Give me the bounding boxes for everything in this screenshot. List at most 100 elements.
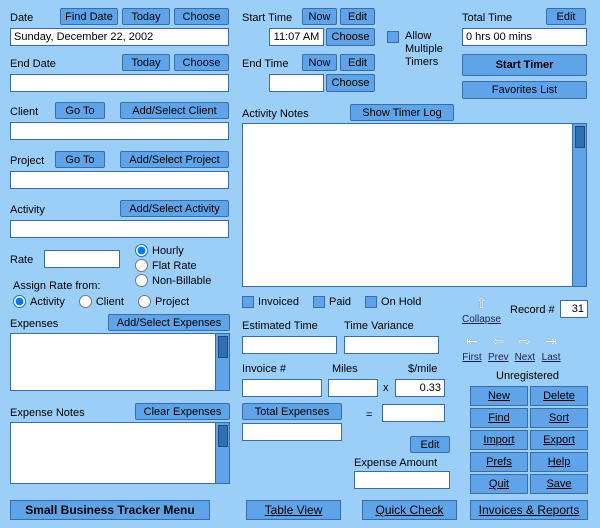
prev-icon[interactable]: ⇦ — [488, 330, 508, 352]
time-variance-label: Time Variance — [344, 320, 414, 332]
end-time-choose-button[interactable]: Choose — [326, 74, 375, 92]
miles-field[interactable] — [328, 379, 378, 397]
activity-notes-textarea[interactable] — [242, 123, 587, 287]
rate-flat-radio[interactable]: Flat Rate — [135, 259, 211, 272]
rate-flat-label: Flat Rate — [152, 260, 197, 272]
next-icon[interactable]: ⇨ — [515, 330, 535, 352]
estimated-time-label: Estimated Time — [242, 320, 318, 332]
favorites-list-button[interactable]: Favorites List — [462, 81, 587, 99]
last-icon[interactable]: ⇥ — [541, 330, 561, 352]
quit-button[interactable]: Quit — [470, 474, 528, 494]
project-goto-button[interactable]: Go To — [55, 151, 105, 168]
end-date-choose-button[interactable]: Choose — [174, 54, 229, 71]
miles-label: Miles — [332, 363, 358, 375]
expenses-textarea[interactable] — [10, 333, 230, 391]
first-icon[interactable]: ⇤ — [462, 330, 482, 352]
collapse-label[interactable]: Collapse — [462, 314, 501, 325]
add-select-expenses-button[interactable]: Add/Select Expenses — [108, 314, 230, 331]
last-label[interactable]: Last — [542, 352, 561, 363]
total-expenses-button[interactable]: Total Expenses — [242, 403, 342, 420]
unregistered-label: Unregistered — [496, 370, 559, 382]
start-time-field[interactable] — [269, 28, 324, 46]
expense-notes-textarea[interactable] — [10, 422, 230, 484]
allow-multiple-timers-checkbox[interactable] — [387, 31, 399, 43]
activity-label: Activity — [10, 204, 45, 216]
quick-check-button[interactable]: Quick Check — [362, 500, 457, 520]
date-choose-button[interactable]: Choose — [174, 8, 229, 25]
project-field[interactable] — [10, 171, 229, 189]
total-time-field[interactable] — [462, 28, 587, 46]
prev-label[interactable]: Prev — [488, 352, 509, 363]
per-mile-label: $/mile — [408, 363, 437, 375]
show-timer-log-button[interactable]: Show Timer Log — [350, 104, 454, 121]
client-field[interactable] — [10, 122, 229, 140]
add-select-client-button[interactable]: Add/Select Client — [120, 102, 229, 119]
total-time-edit-button[interactable]: Edit — [546, 8, 586, 25]
first-label[interactable]: First — [462, 352, 481, 363]
find-date-button[interactable]: Find Date — [60, 8, 118, 25]
record-number-field[interactable] — [560, 300, 588, 318]
next-label[interactable]: Next — [515, 352, 536, 363]
scrollbar[interactable] — [215, 334, 229, 390]
time-variance-field[interactable] — [344, 336, 439, 354]
end-date-field[interactable] — [10, 74, 229, 92]
activity-field[interactable] — [10, 220, 229, 238]
invoiced-label: Invoiced — [258, 296, 299, 308]
find-button[interactable]: Find — [470, 408, 528, 428]
start-timer-button[interactable]: Start Timer — [462, 54, 587, 76]
equals-label: = — [366, 409, 372, 421]
clear-expenses-button[interactable]: Clear Expenses — [135, 403, 230, 420]
total-time-label: Total Time — [462, 12, 512, 24]
per-mile-field[interactable] — [395, 379, 445, 397]
assign-client-radio[interactable]: Client — [79, 295, 124, 308]
rate-hourly-radio[interactable]: Hourly — [135, 244, 211, 257]
rate-nonbillable-label: Non-Billable — [152, 275, 211, 287]
delete-button[interactable]: Delete — [530, 386, 588, 406]
date-today-button[interactable]: Today — [122, 8, 170, 25]
help-button[interactable]: Help — [530, 452, 588, 472]
expense-amount-label: Expense Amount — [354, 457, 437, 469]
sbt-menu-button[interactable]: Small Business Tracker Menu — [10, 500, 210, 520]
start-time-edit-button[interactable]: Edit — [340, 8, 375, 25]
onhold-label: On Hold — [381, 296, 421, 308]
scrollbar[interactable] — [215, 423, 229, 483]
paid-label: Paid — [329, 296, 351, 308]
export-button[interactable]: Export — [530, 430, 588, 450]
import-button[interactable]: Import — [470, 430, 528, 450]
add-select-project-button[interactable]: Add/Select Project — [120, 151, 229, 168]
start-time-choose-button[interactable]: Choose — [326, 28, 375, 46]
new-button[interactable]: New — [470, 386, 528, 406]
collapse-icon[interactable]: ⇧ — [471, 292, 491, 314]
table-view-button[interactable]: Table View — [246, 500, 341, 520]
expense-amount-edit-button[interactable]: Edit — [410, 436, 450, 453]
client-goto-button[interactable]: Go To — [55, 102, 105, 119]
end-time-edit-button[interactable]: Edit — [340, 54, 375, 71]
miles-total-field[interactable] — [382, 404, 445, 422]
start-time-label: Start Time — [242, 12, 292, 24]
start-time-now-button[interactable]: Now — [302, 8, 337, 25]
invoiced-checkbox[interactable]: Invoiced — [242, 296, 299, 308]
rate-nonbillable-radio[interactable]: Non-Billable — [135, 274, 211, 287]
assign-project-radio[interactable]: Project — [138, 295, 189, 308]
end-date-today-button[interactable]: Today — [122, 54, 170, 71]
expense-amount-field[interactable] — [354, 471, 450, 489]
date-field[interactable] — [10, 28, 229, 46]
invoice-number-field[interactable] — [242, 379, 322, 397]
estimated-time-field[interactable] — [242, 336, 337, 354]
onhold-checkbox[interactable]: On Hold — [365, 296, 421, 308]
client-label: Client — [10, 106, 38, 118]
total-expenses-field[interactable] — [242, 423, 342, 441]
end-time-now-button[interactable]: Now — [302, 54, 337, 71]
invoices-reports-button[interactable]: Invoices & Reports — [470, 500, 588, 520]
rate-field[interactable] — [44, 250, 120, 268]
save-button[interactable]: Save — [530, 474, 588, 494]
multiply-label: x — [383, 382, 389, 394]
paid-checkbox[interactable]: Paid — [313, 296, 351, 308]
end-time-field[interactable] — [269, 74, 324, 92]
prefs-button[interactable]: Prefs — [470, 452, 528, 472]
sort-button[interactable]: Sort — [530, 408, 588, 428]
expenses-label: Expenses — [10, 318, 58, 330]
assign-activity-radio[interactable]: Activity — [13, 295, 65, 308]
scrollbar[interactable] — [572, 124, 586, 286]
add-select-activity-button[interactable]: Add/Select Activity — [120, 200, 229, 217]
